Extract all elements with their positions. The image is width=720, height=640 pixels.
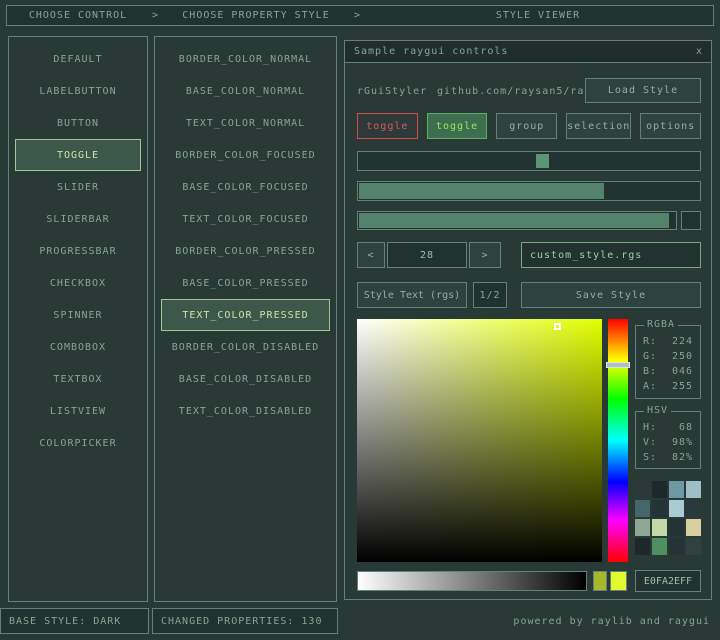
toggle-row: toggle toggle group selection options [357,113,701,139]
palette-swatch[interactable] [686,500,701,517]
property-item-border-color-normal[interactable]: BORDER_COLOR_NORMAL [155,43,336,75]
slider-bar[interactable] [357,211,677,230]
slider-bar-fill [359,213,669,228]
palette-swatch[interactable] [635,481,650,498]
rgba-row-a: A: 255 [643,381,693,392]
slider[interactable] [357,151,701,171]
color-picker-cursor[interactable] [553,322,561,330]
chevron-right-icon: > [151,10,159,21]
rgba-row-r: R: 224 [643,336,693,347]
sidebar-item-toggle[interactable]: TOGGLE [15,139,141,171]
checkbox[interactable] [681,211,701,230]
sidebar-item-textbox[interactable]: TEXTBOX [9,363,147,395]
color-picker-gradient[interactable] [357,319,602,562]
property-item-base-color-disabled[interactable]: BASE_COLOR_DISABLED [155,363,336,395]
breadcrumb-choose-property-style: CHOOSE PROPERTY STYLE [182,10,330,21]
window-titlebar: Sample raygui controls x [345,41,711,63]
grayscale-bar[interactable] [357,571,587,591]
toggle-button-active[interactable]: toggle [426,113,488,139]
hsv-row-h: H: 68 [643,422,693,433]
palette-swatch[interactable] [686,538,701,555]
window-title: Sample raygui controls [354,46,509,57]
status-base-style: BASE STYLE: DARK [0,608,149,634]
controls-list-panel: DEFAULT LABELBUTTON BUTTON TOGGLE SLIDER… [8,36,148,602]
breadcrumb: CHOOSE CONTROL > CHOOSE PROPERTY STYLE >… [6,5,714,26]
sidebar-item-combobox[interactable]: COMBOBOX [9,331,147,363]
toggle-group-item-selection[interactable]: selection [566,113,632,139]
breadcrumb-style-viewer: STYLE VIEWER [495,10,581,21]
style-text-button[interactable]: Style Text (rgs) [357,282,467,308]
alt-color-swatch[interactable] [593,571,607,591]
property-item-border-color-focused[interactable]: BORDER_COLOR_FOCUSED [155,139,336,171]
palette-swatch[interactable] [669,538,684,555]
hsv-panel: HSV H: 68 V: 98% S: 82% [635,405,701,469]
palette-grid [635,481,701,557]
toggle-button-pressed-preview[interactable]: toggle [357,113,418,139]
sidebar-item-sliderbar[interactable]: SLIDERBAR [9,203,147,235]
status-changed-properties: CHANGED PROPERTIES: 130 [152,608,338,634]
property-item-text-color-disabled[interactable]: TEXT_COLOR_DISABLED [155,395,336,427]
sidebar-item-button[interactable]: BUTTON [9,107,147,139]
chevron-right-icon: > [353,10,361,21]
property-item-text-color-normal[interactable]: TEXT_COLOR_NORMAL [155,107,336,139]
filename-textbox[interactable]: custom_style.rgs [521,242,701,268]
property-item-border-color-disabled[interactable]: BORDER_COLOR_DISABLED [155,331,336,363]
palette-swatch[interactable] [652,519,667,536]
spinner-increment-button[interactable]: > [469,242,501,268]
slider-handle[interactable] [535,154,549,168]
palette-swatch[interactable] [635,519,650,536]
page-indicator[interactable]: 1/2 [473,282,507,308]
progress-bar [357,181,701,201]
sidebar-item-colorpicker[interactable]: COLORPICKER [9,427,147,459]
property-item-border-color-pressed[interactable]: BORDER_COLOR_PRESSED [155,235,336,267]
rgba-panel: RGBA R: 224 G: 250 B: 046 A: 255 [635,319,701,399]
property-item-base-color-normal[interactable]: BASE_COLOR_NORMAL [155,75,336,107]
breadcrumb-choose-control: CHOOSE CONTROL [28,10,128,21]
sidebar-item-spinner[interactable]: SPINNER [9,299,147,331]
toggle-group-item-options[interactable]: options [640,113,701,139]
hue-slider[interactable] [606,319,630,562]
status-bar: BASE STYLE: DARK CHANGED PROPERTIES: 130… [0,608,720,634]
palette-swatch[interactable] [635,538,650,555]
property-item-base-color-focused[interactable]: BASE_COLOR_FOCUSED [155,171,336,203]
sidebar-item-default[interactable]: DEFAULT [9,43,147,75]
selected-color-swatch [610,571,627,591]
properties-list-panel: BORDER_COLOR_NORMAL BASE_COLOR_NORMAL TE… [154,36,337,602]
toggle-group-item-group[interactable]: group [496,113,558,139]
sidebar-item-labelbutton[interactable]: LABELBUTTON [9,75,147,107]
spinner-decrement-button[interactable]: < [357,242,385,268]
palette-swatch[interactable] [669,519,684,536]
rgba-row-g: G: 250 [643,351,693,362]
palette-swatch[interactable] [686,519,701,536]
hsv-row-s: S: 82% [643,452,693,463]
sidebar-item-listview[interactable]: LISTVIEW [9,395,147,427]
progress-fill [359,183,604,199]
hue-slider-handle[interactable] [606,361,630,368]
rgba-row-b: B: 046 [643,366,693,377]
sidebar-item-progressbar[interactable]: PROGRESSBAR [9,235,147,267]
palette-swatch[interactable] [669,500,684,517]
rgba-panel-title: RGBA [644,319,679,330]
palette-swatch[interactable] [652,500,667,517]
property-item-text-color-pressed[interactable]: TEXT_COLOR_PRESSED [161,299,330,331]
property-item-text-color-focused[interactable]: TEXT_COLOR_FOCUSED [155,203,336,235]
hsv-row-v: V: 98% [643,437,693,448]
save-style-button[interactable]: Save Style [521,282,701,308]
sidebar-item-slider[interactable]: SLIDER [9,171,147,203]
close-icon[interactable]: x [696,46,702,57]
sample-controls-window: Sample raygui controls x rGuiStyler gith… [344,40,712,600]
hex-value-box[interactable]: E0FA2EFF [635,570,701,592]
property-item-base-color-pressed[interactable]: BASE_COLOR_PRESSED [155,267,336,299]
palette-swatch[interactable] [669,481,684,498]
palette-swatch[interactable] [652,481,667,498]
palette-swatch[interactable] [686,481,701,498]
palette-swatch[interactable] [652,538,667,555]
sidebar-item-checkbox[interactable]: CHECKBOX [9,267,147,299]
palette-swatch[interactable] [635,500,650,517]
spinner-value[interactable]: 28 [387,242,467,268]
powered-by-label: powered by raylib and raygui [513,615,710,627]
load-style-button[interactable]: Load Style [585,78,701,103]
hsv-panel-title: HSV [644,405,672,416]
app-name-label: rGuiStyler [357,85,428,97]
